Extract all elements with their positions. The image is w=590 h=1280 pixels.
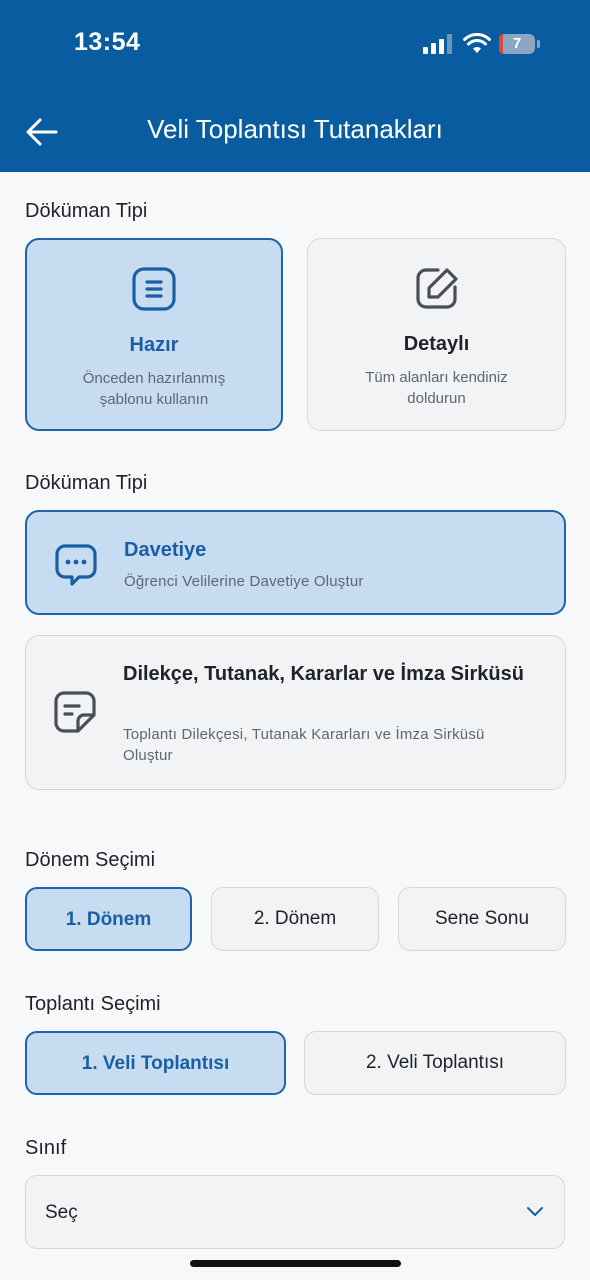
card-title: Davetiye bbox=[124, 539, 207, 561]
meeting-option-2[interactable]: 2. Veli Toplantısı bbox=[304, 1031, 566, 1095]
doc-card-invitation[interactable]: Davetiye Öğrenci Velilerine Davetiye Olu… bbox=[25, 510, 566, 615]
chat-icon bbox=[55, 544, 97, 586]
doc-type-card-detailed[interactable]: Detaylı Tüm alanları kendiniz doldurun bbox=[307, 238, 566, 431]
battery-tip bbox=[537, 40, 540, 48]
card-description: Önceden hazırlanmış şablonu kullanın bbox=[82, 370, 226, 408]
doc-card-petition[interactable]: Dilekçe, Tutanak, Kararlar ve İmza Sirkü… bbox=[25, 635, 566, 790]
card-title: Dilekçe, Tutanak, Kararlar ve İmza Sirkü… bbox=[123, 663, 524, 685]
template-icon bbox=[132, 267, 176, 311]
card-description: Öğrenci Velilerine Davetiye Oluştur bbox=[124, 573, 364, 590]
card-description: Toplantı Dilekçesi, Tutanak Kararları ve… bbox=[123, 726, 485, 764]
battery-icon: 7 bbox=[499, 34, 535, 54]
meeting-option-1[interactable]: 1. Veli Toplantısı bbox=[25, 1031, 286, 1095]
period-option-1[interactable]: 1. Dönem bbox=[25, 887, 192, 951]
section-label-period: Dönem Seçimi bbox=[25, 849, 156, 871]
section-label-document-type-2: Döküman Tipi bbox=[25, 472, 148, 494]
home-indicator bbox=[190, 1260, 401, 1267]
class-select-value: Seç bbox=[45, 1202, 78, 1223]
card-description: Tüm alanları kendiniz doldurun bbox=[365, 369, 508, 407]
edit-icon bbox=[415, 268, 458, 309]
app-header: 13:54 7 Veli Toplantısı Tutanakları bbox=[0, 0, 590, 172]
chevron-down-icon bbox=[527, 1207, 543, 1216]
card-title: Hazır bbox=[129, 334, 179, 356]
class-select-dropdown[interactable]: Seç bbox=[25, 1175, 565, 1249]
section-label-class: Sınıf bbox=[25, 1137, 67, 1159]
period-option-2[interactable]: 2. Dönem bbox=[211, 887, 379, 951]
doc-type-card-ready[interactable]: Hazır Önceden hazırlanmış şablonu kullan… bbox=[25, 238, 283, 431]
battery-level: 7 bbox=[512, 35, 522, 52]
wifi-icon bbox=[463, 33, 491, 53]
page-title: Veli Toplantısı Tutanakları bbox=[147, 114, 443, 144]
cellular-signal-icon bbox=[423, 34, 453, 54]
section-label-meeting: Toplantı Seçimi bbox=[25, 993, 161, 1015]
period-option-year-end[interactable]: Sene Sonu bbox=[398, 887, 566, 951]
section-label-document-type: Döküman Tipi bbox=[25, 200, 148, 222]
note-icon bbox=[54, 691, 96, 733]
status-time: 13:54 bbox=[74, 28, 141, 56]
card-title: Detaylı bbox=[403, 333, 470, 355]
